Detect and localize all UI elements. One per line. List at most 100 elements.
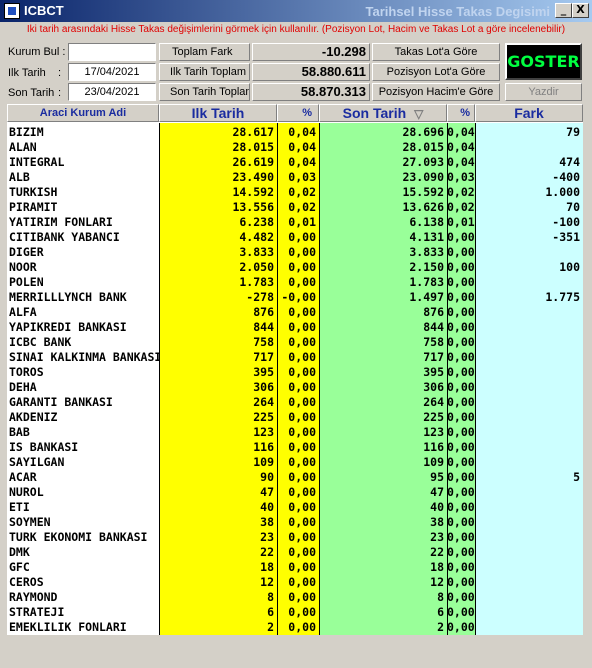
header-araci-kurum[interactable]: Araci Kurum Adi: [7, 104, 159, 122]
cell-p1: 0,00: [288, 320, 316, 334]
table-row[interactable]: ACAR 90 0,00 95 0,00 5: [7, 470, 583, 485]
cell-son: 844: [423, 320, 444, 334]
table-row[interactable]: DIGER 3.833 0,00 3.833 0,00: [7, 245, 583, 260]
cell-son: 109: [423, 455, 444, 469]
son-tarih-field[interactable]: 23/04/2021: [68, 83, 156, 101]
cell-ilk: 109: [253, 455, 274, 469]
cell-ilk: 90: [260, 470, 274, 484]
cell-ilk: 23.490: [232, 170, 274, 184]
cell-son: 758: [423, 335, 444, 349]
cell-name: NOOR: [9, 260, 37, 274]
table-row[interactable]: DMK 22 0,00 22 0,00: [7, 545, 583, 560]
cell-son: 395: [423, 365, 444, 379]
table-row[interactable]: EMEKLILIK FONLARI 2 0,00 2 0,00: [7, 620, 583, 635]
cell-ilk: 717: [253, 350, 274, 364]
table-row[interactable]: GARANTI BANKASI 264 0,00 264 0,00: [7, 395, 583, 410]
table-row[interactable]: DEHA 306 0,00 306 0,00: [7, 380, 583, 395]
table-row[interactable]: NOOR 2.050 0,00 2.150 0,00 100: [7, 260, 583, 275]
header-son-tarih[interactable]: Son Tarih ▽: [319, 104, 447, 122]
table-row[interactable]: PIRAMIT 13.556 0,02 13.626 0,02 70: [7, 200, 583, 215]
header-pct2[interactable]: %: [447, 104, 475, 122]
cell-fark: -100: [552, 215, 580, 229]
cell-ilk: 2.050: [239, 260, 274, 274]
table-row[interactable]: MERRILLLYNCH BANK -278 -0,00 1.497 0,00 1.775: [7, 290, 583, 305]
cell-son: 3.833: [409, 245, 444, 259]
toplam-fark-value: -10.298: [252, 43, 370, 61]
table-row[interactable]: TURK EKONOMI BANKASI 23 0,00 23 0,00: [7, 530, 583, 545]
header-ilk-tarih[interactable]: Ilk Tarih: [159, 104, 277, 122]
cell-son: 47: [430, 485, 444, 499]
cell-son: 23: [430, 530, 444, 544]
ilk-tarih-field[interactable]: 17/04/2021: [68, 63, 156, 81]
cell-ilk: 22: [260, 545, 274, 559]
cell-ilk: 876: [253, 305, 274, 319]
cell-name: SOYMEN: [9, 515, 51, 529]
table-row[interactable]: ETI 40 0,00 40 0,00: [7, 500, 583, 515]
header-fark[interactable]: Fark: [475, 104, 583, 122]
cell-son: 4.131: [409, 230, 444, 244]
cell-name: GFC: [9, 560, 30, 574]
cell-ilk: 8: [267, 590, 274, 604]
table-row[interactable]: POLEN 1.783 0,00 1.783 0,00: [7, 275, 583, 290]
cell-fark: [475, 455, 583, 470]
cell-name: RAYMOND: [9, 590, 58, 604]
cell-ilk: 26.619: [232, 155, 274, 169]
takas-lot-button[interactable]: Takas Lot'a Göre: [372, 43, 500, 61]
table-row[interactable]: SINAI KALKINMA BANKASI 717 0,00 717 0,00: [7, 350, 583, 365]
table-row[interactable]: TOROS 395 0,00 395 0,00: [7, 365, 583, 380]
table-row[interactable]: NUROL 47 0,00 47 0,00: [7, 485, 583, 500]
table-row[interactable]: STRATEJI 6 0,00 6 0,00: [7, 605, 583, 620]
cell-fark: 5: [573, 470, 580, 484]
cell-p2: 0,00: [447, 230, 475, 244]
minimize-button[interactable]: _: [555, 3, 572, 18]
cell-p2: 0,02: [447, 185, 475, 199]
table-row[interactable]: TURKISH 14.592 0,02 15.592 0,02 1.000: [7, 185, 583, 200]
cell-p2: 0,00: [447, 305, 475, 319]
cell-name: CITIBANK YABANCI: [9, 230, 120, 244]
ilk-toplam-value: 58.880.611: [252, 63, 370, 81]
cell-p2: 0,03: [447, 170, 475, 184]
cell-name: NUROL: [9, 485, 44, 499]
cell-son: 27.093: [402, 155, 444, 169]
table-row[interactable]: CEROS 12 0,00 12 0,00: [7, 575, 583, 590]
pozisyon-hacim-button[interactable]: Pozisyon Hacim'e Göre: [372, 83, 500, 101]
table-row[interactable]: ALB 23.490 0,03 23.090 0,03 -400: [7, 170, 583, 185]
cell-name: ALB: [9, 170, 30, 184]
table-row[interactable]: ALFA 876 0,00 876 0,00: [7, 305, 583, 320]
cell-son: 1.497: [409, 290, 444, 304]
table-row[interactable]: SAYILGAN 109 0,00 109 0,00: [7, 455, 583, 470]
cell-fark: [475, 530, 583, 545]
cell-p1: 0,00: [288, 440, 316, 454]
goster-button[interactable]: GOSTER: [505, 43, 582, 80]
cell-name: ETI: [9, 500, 30, 514]
cell-p1: 0,00: [288, 230, 316, 244]
table-row[interactable]: BAB 123 0,00 123 0,00: [7, 425, 583, 440]
close-button[interactable]: X: [572, 3, 589, 18]
cell-fark: [475, 410, 583, 425]
cell-p2: 0,00: [447, 290, 475, 304]
cell-p2: 0,00: [447, 320, 475, 334]
table-row[interactable]: AKDENIZ 225 0,00 225 0,00: [7, 410, 583, 425]
table-row[interactable]: SOYMEN 38 0,00 38 0,00: [7, 515, 583, 530]
header-pct1[interactable]: %: [277, 104, 319, 122]
kurum-search-input[interactable]: [68, 43, 156, 61]
cell-p2: 0,00: [447, 275, 475, 289]
cell-son: 1.783: [409, 275, 444, 289]
divider: [475, 123, 476, 635]
table-row[interactable]: IS BANKASI 116 0,00 116 0,00: [7, 440, 583, 455]
table-row[interactable]: ICBC BANK 758 0,00 758 0,00: [7, 335, 583, 350]
yazdir-button[interactable]: Yazdir: [505, 83, 582, 101]
table-row[interactable]: YATIRIM FONLARI 6.238 0,01 6.138 0,01 -100: [7, 215, 583, 230]
table-row[interactable]: RAYMOND 8 0,00 8 0,00: [7, 590, 583, 605]
table-row[interactable]: ALAN 28.015 0,04 28.015 0,04: [7, 140, 583, 155]
cell-p1: 0,04: [288, 140, 316, 154]
table-row[interactable]: GFC 18 0,00 18 0,00: [7, 560, 583, 575]
table-row[interactable]: BIZIM 28.617 0,04 28.696 0,04 79: [7, 125, 583, 140]
table-row[interactable]: INTEGRAL 26.619 0,04 27.093 0,04 474: [7, 155, 583, 170]
table-row[interactable]: CITIBANK YABANCI 4.482 0,00 4.131 0,00 -351: [7, 230, 583, 245]
cell-p1: 0,00: [288, 560, 316, 574]
pozisyon-lot-button[interactable]: Pozisyon Lot'a Göre: [372, 63, 500, 81]
cell-ilk: 3.833: [239, 245, 274, 259]
table-row[interactable]: YAPIKREDI BANKASI 844 0,00 844 0,00: [7, 320, 583, 335]
cell-son: 40: [430, 500, 444, 514]
